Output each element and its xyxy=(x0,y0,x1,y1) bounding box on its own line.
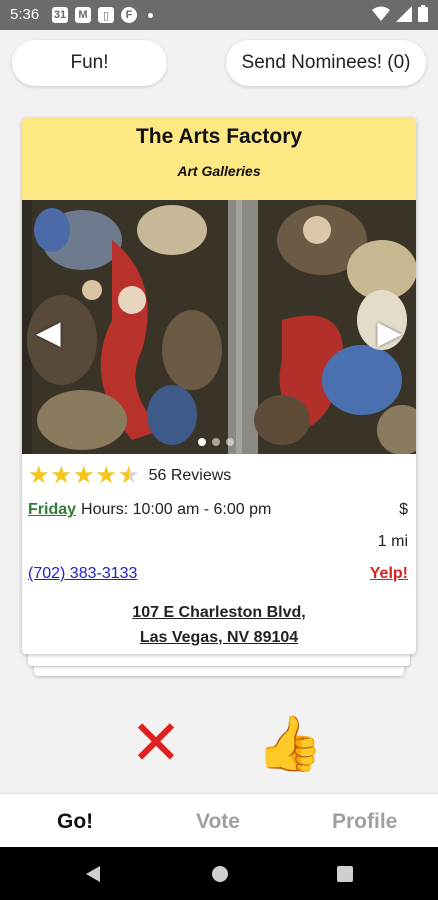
wifi-icon xyxy=(372,6,390,21)
place-name: The Arts Factory xyxy=(135,125,303,148)
star-rating: ★★★★★ ★★★★★ xyxy=(28,464,141,488)
carousel-dots xyxy=(198,438,234,446)
notification-icons: 31 M ▯ F xyxy=(52,7,153,23)
nav-vote[interactable]: Vote xyxy=(196,810,240,834)
recents-icon[interactable] xyxy=(336,865,354,883)
gmail-icon: M xyxy=(75,7,91,23)
hours-day: Friday xyxy=(28,501,77,518)
rating-row: ★★★★★ ★★★★★ 56 Reviews xyxy=(28,464,231,488)
system-nav-bar xyxy=(0,847,438,900)
review-count: 56 Reviews xyxy=(148,467,232,484)
approve-thumbs-up-button[interactable]: 👍 xyxy=(256,712,323,776)
place-card[interactable]: The Arts Factory Art Galleries ◀ ▶ ★★★★★… xyxy=(22,118,416,654)
reject-button[interactable]: ✕ xyxy=(124,712,188,776)
sim-icon: ▯ xyxy=(98,7,114,23)
distance: 1 mi xyxy=(377,533,408,550)
battery-icon xyxy=(418,5,428,22)
carousel-dot[interactable] xyxy=(212,438,220,446)
artwork-photo xyxy=(22,200,416,454)
address-link[interactable]: 107 E Charleston Blvd, Las Vegas, NV 891… xyxy=(22,600,416,650)
price-level: $ xyxy=(399,501,408,518)
calendar-icon: 31 xyxy=(52,7,68,23)
previous-photo-arrow-icon[interactable]: ◀ xyxy=(36,316,61,348)
carousel-dot[interactable] xyxy=(226,438,234,446)
send-nominees-button[interactable]: Send Nominees! (0) xyxy=(226,40,426,86)
nav-go[interactable]: Go! xyxy=(57,810,93,834)
place-category: Art Galleries xyxy=(177,163,261,179)
hours-text: Hours: 10:00 am - 6:00 pm xyxy=(81,501,272,518)
address-line-1: 107 E Charleston Blvd, xyxy=(132,604,306,621)
phone-link[interactable]: (702) 383-3133 xyxy=(28,565,137,583)
status-time: 5:36 xyxy=(10,6,40,23)
photo-carousel[interactable]: ◀ ▶ xyxy=(22,200,416,454)
hours-row: Friday Hours: 10:00 am - 6:00 pm xyxy=(28,501,271,519)
stars-filled: ★★★★★ xyxy=(28,464,129,488)
next-photo-arrow-icon[interactable]: ▶ xyxy=(377,316,402,348)
card-header: The Arts Factory Art Galleries xyxy=(22,118,416,200)
system-icons xyxy=(372,5,428,22)
more-notifications-icon xyxy=(148,12,153,18)
carousel-dot[interactable] xyxy=(198,438,206,446)
bottom-nav: Go! Vote Profile xyxy=(0,793,438,847)
status-bar: 5:36 31 M ▯ F xyxy=(0,0,438,30)
home-icon[interactable] xyxy=(210,864,230,884)
app-icon: F xyxy=(121,7,137,23)
address-line-2: Las Vegas, NV 89104 xyxy=(139,629,299,646)
signal-icon xyxy=(396,5,412,22)
back-icon[interactable] xyxy=(84,864,102,884)
nav-profile[interactable]: Profile xyxy=(332,810,397,834)
fun-button[interactable]: Fun! xyxy=(12,40,167,86)
yelp-link[interactable]: Yelp! xyxy=(370,565,408,583)
